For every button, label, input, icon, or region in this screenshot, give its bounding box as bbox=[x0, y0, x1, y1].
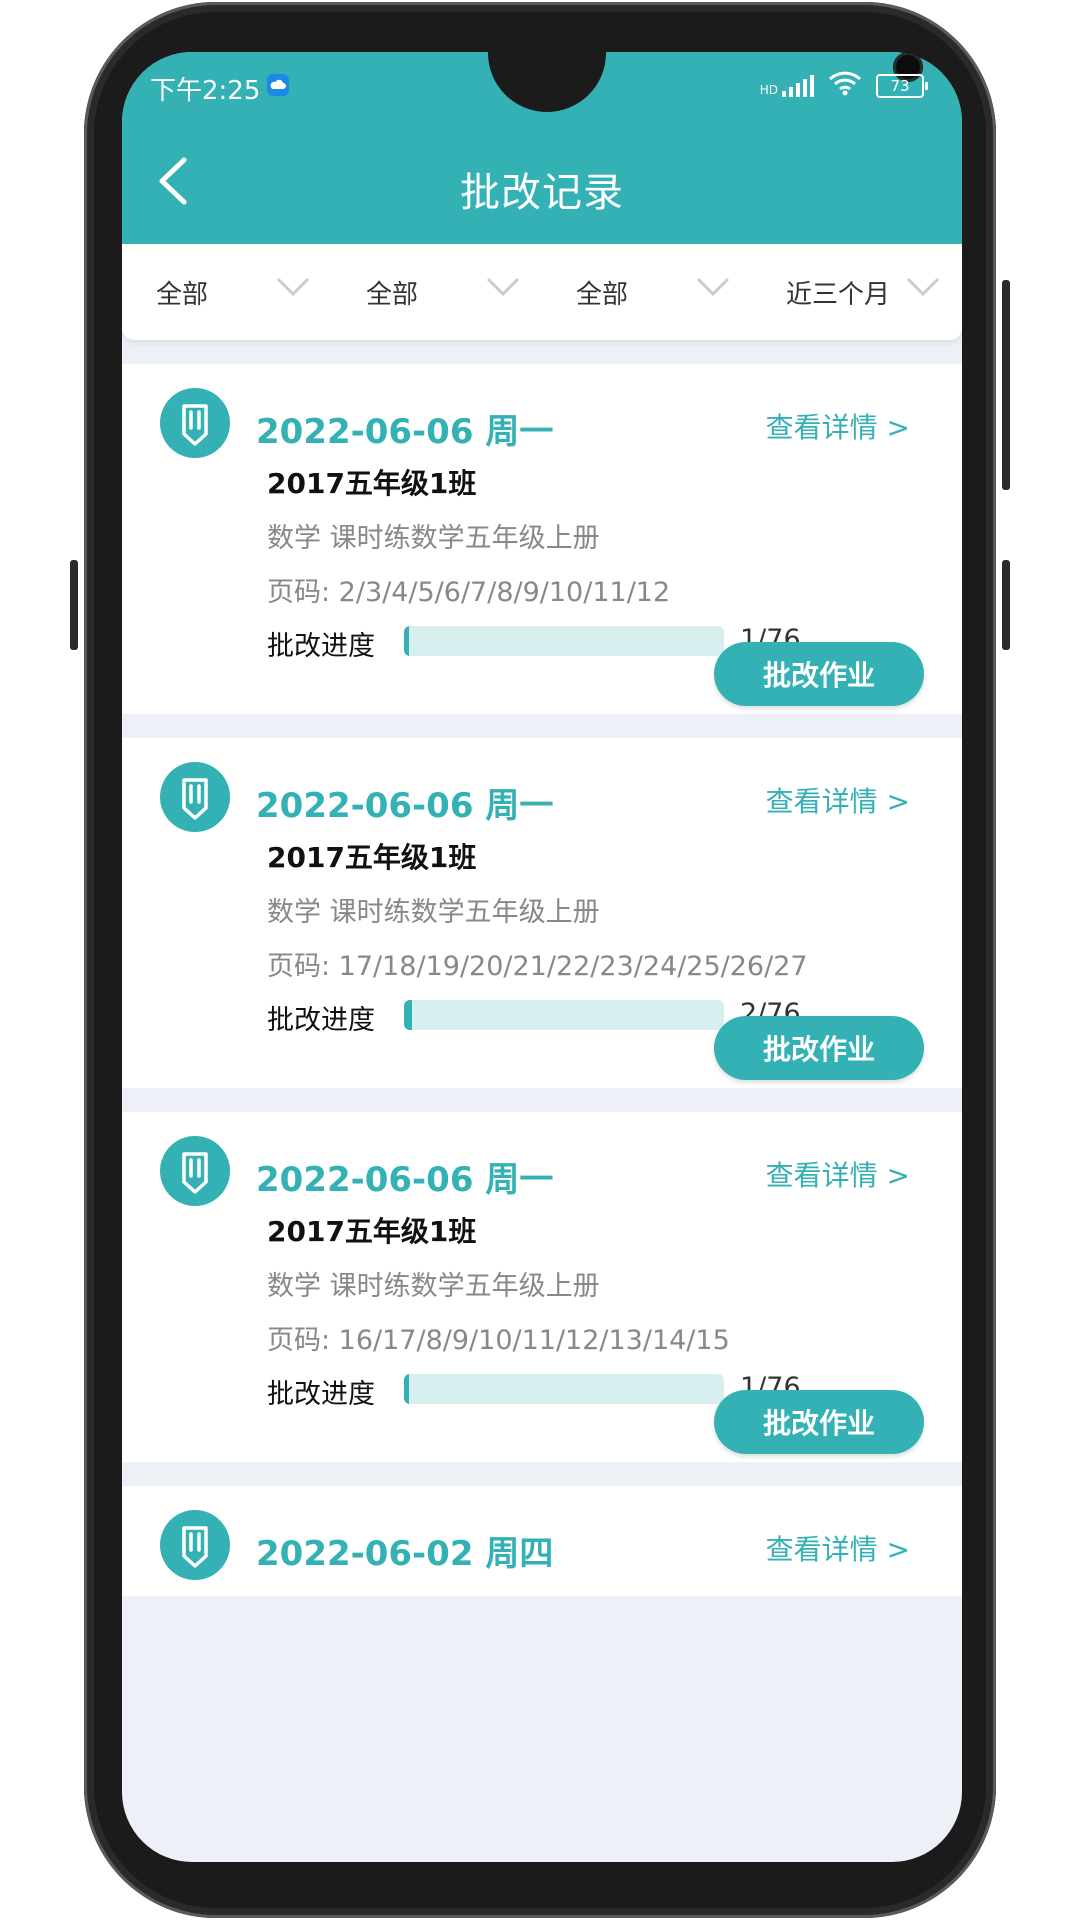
record-date: 2022-06-06 周一 bbox=[256, 1160, 554, 1200]
app-screen: 下午2:25 HD 73 批改记录 全部 全部 全部 近三个月 2022-06-… bbox=[122, 52, 962, 1862]
app-header: 下午2:25 HD 73 批改记录 bbox=[122, 52, 962, 244]
page-title: 批改记录 bbox=[460, 170, 624, 216]
progress-label: 批改进度 bbox=[267, 1379, 375, 1410]
phone-side-button bbox=[70, 560, 78, 650]
mark-homework-button[interactable]: 批改作业 bbox=[714, 1390, 924, 1454]
network-type-label: HD bbox=[759, 82, 778, 97]
phone-volume-button bbox=[1002, 280, 1010, 490]
filter-bar: 全部 全部 全部 近三个月 bbox=[122, 244, 962, 340]
class-name: 2017五年级1班 bbox=[267, 841, 477, 874]
view-detail-link[interactable]: 查看详情 > bbox=[766, 1154, 910, 1194]
status-bar-right: HD 73 bbox=[759, 70, 928, 101]
chevron-down-icon bbox=[696, 277, 730, 297]
progress-fill bbox=[404, 1374, 409, 1404]
battery-icon: 73 bbox=[876, 73, 928, 98]
record-card: 2022-06-06 周一 查看详情 > 2017五年级1班 数学 课时练数学五… bbox=[122, 364, 962, 714]
pencil-badge-icon bbox=[160, 762, 230, 832]
progress-bar bbox=[404, 1000, 724, 1030]
chevron-down-icon bbox=[276, 277, 310, 297]
filter-label: 全部 bbox=[366, 279, 419, 310]
filter-dropdown-4[interactable]: 近三个月 bbox=[752, 244, 962, 340]
record-card: 2022-06-06 周一 查看详情 > 2017五年级1班 数学 课时练数学五… bbox=[122, 738, 962, 1088]
class-name: 2017五年级1班 bbox=[267, 1215, 477, 1248]
filter-label: 全部 bbox=[576, 279, 629, 310]
phone-power-button bbox=[1002, 560, 1010, 650]
subject-text: 数学 课时练数学五年级上册 bbox=[267, 523, 600, 554]
progress-bar bbox=[404, 626, 724, 656]
page-numbers: 页码: 2/3/4/5/6/7/8/9/10/11/12 bbox=[267, 577, 671, 608]
view-detail-link[interactable]: 查看详情 > bbox=[766, 1528, 910, 1568]
subject-text: 数学 课时练数学五年级上册 bbox=[267, 1271, 600, 1302]
filter-dropdown-1[interactable]: 全部 bbox=[122, 244, 332, 340]
page-numbers: 页码: 17/18/19/20/21/22/23/24/25/26/27 bbox=[267, 951, 808, 982]
progress-label: 批改进度 bbox=[267, 1005, 375, 1036]
record-card: 2022-06-06 周一 查看详情 > 2017五年级1班 数学 课时练数学五… bbox=[122, 1112, 962, 1462]
view-detail-link[interactable]: 查看详情 > bbox=[766, 406, 910, 446]
chevron-down-icon bbox=[906, 277, 940, 297]
filter-label: 近三个月 bbox=[786, 279, 891, 310]
progress-fill bbox=[404, 626, 409, 656]
class-name: 2017五年级1班 bbox=[267, 467, 477, 500]
pencil-badge-icon bbox=[160, 1510, 230, 1580]
chevron-down-icon bbox=[486, 277, 520, 297]
page-numbers: 页码: 16/17/8/9/10/11/12/13/14/15 bbox=[267, 1325, 730, 1356]
signal-icon: HD bbox=[759, 74, 814, 97]
weather-cloud-icon bbox=[266, 73, 290, 104]
filter-label: 全部 bbox=[156, 279, 209, 310]
record-date: 2022-06-02 周四 bbox=[256, 1534, 554, 1574]
wifi-icon bbox=[828, 70, 862, 101]
mark-homework-button[interactable]: 批改作业 bbox=[714, 642, 924, 706]
subject-text: 数学 课时练数学五年级上册 bbox=[267, 897, 600, 928]
mark-homework-button[interactable]: 批改作业 bbox=[714, 1016, 924, 1080]
record-date: 2022-06-06 周一 bbox=[256, 412, 554, 452]
filter-dropdown-3[interactable]: 全部 bbox=[542, 244, 752, 340]
pencil-badge-icon bbox=[160, 388, 230, 458]
status-time: 下午2:25 bbox=[150, 76, 261, 106]
progress-label: 批改进度 bbox=[267, 631, 375, 662]
status-bar-left: 下午2:25 bbox=[150, 70, 290, 107]
view-detail-link[interactable]: 查看详情 > bbox=[766, 780, 910, 820]
progress-bar bbox=[404, 1374, 724, 1404]
record-card: 2022-06-02 周四 查看详情 > bbox=[122, 1486, 962, 1596]
pencil-badge-icon bbox=[160, 1136, 230, 1206]
filter-dropdown-2[interactable]: 全部 bbox=[332, 244, 542, 340]
camera-notch bbox=[488, 52, 923, 112]
progress-fill bbox=[404, 1000, 413, 1030]
record-date: 2022-06-06 周一 bbox=[256, 786, 554, 826]
